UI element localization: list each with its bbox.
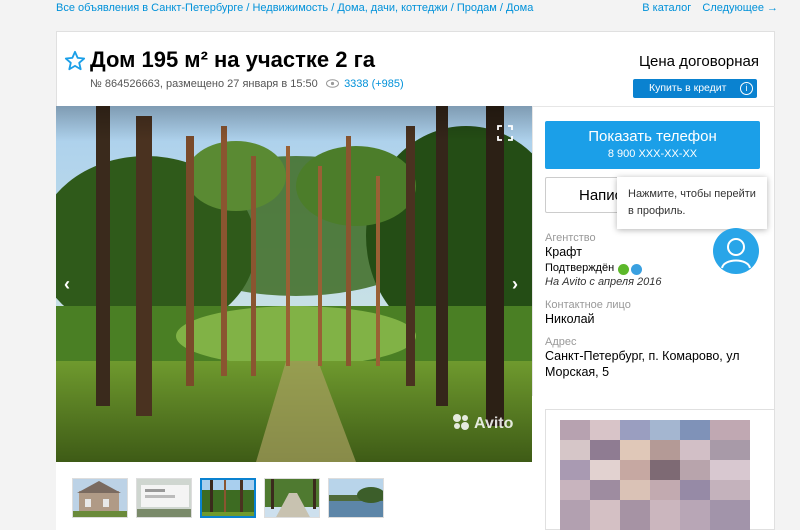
info-icon[interactable]: i xyxy=(740,82,753,95)
credit-button-label: Купить в кредит xyxy=(649,82,727,94)
profile-tooltip: Нажмите, чтобы перейти в профиль. xyxy=(617,177,767,229)
tooltip-line-1: Нажмите, чтобы перейти xyxy=(628,188,756,200)
listing-meta: № 864526663, размещено 27 января в 15:50 xyxy=(90,78,318,90)
breadcrumb-text[interactable]: Все объявления в Санкт-Петербурге / Недв… xyxy=(56,2,533,14)
chevron-right-icon[interactable]: › xyxy=(512,274,518,295)
member-since: На Avito с апреля 2016 xyxy=(545,276,662,288)
eye-icon xyxy=(326,79,339,88)
watermark-text: Avito xyxy=(474,415,514,432)
star-icon[interactable] xyxy=(64,50,86,72)
contact-label: Контактное лицо xyxy=(545,299,631,311)
address-line-2: Морская, 5 xyxy=(545,365,610,379)
thumbnail-sign[interactable] xyxy=(136,478,192,518)
phone-number: 8 900 XXX-XX-XX xyxy=(607,148,698,160)
agency-label: Агентство xyxy=(545,232,596,244)
address-line-1: Санкт-Петербург, п. Комарово, ул xyxy=(545,349,740,363)
user-avatar-icon[interactable] xyxy=(713,228,759,274)
photo-gallery[interactable] xyxy=(56,106,532,462)
fullscreen-icon[interactable] xyxy=(497,125,513,141)
contact-name: Николай xyxy=(545,312,595,326)
catalog-link[interactable]: В каталог xyxy=(642,2,691,14)
next-link[interactable]: Следующее → xyxy=(702,2,778,14)
agency-name[interactable]: Крафт xyxy=(545,245,582,259)
credit-button[interactable]: Купить в кредит i xyxy=(633,79,757,98)
chevron-left-icon[interactable]: ‹ xyxy=(64,274,70,295)
main-photo[interactable] xyxy=(56,106,532,462)
avito-watermark: Avito xyxy=(452,413,513,433)
show-phone-label: Показать телефон xyxy=(588,128,717,145)
avito-logo-icon xyxy=(453,414,469,430)
show-phone-button[interactable]: Показать телефон 8 900 XXX-XX-XX xyxy=(545,121,760,169)
address-label: Адрес xyxy=(545,336,577,348)
price: Цена договорная xyxy=(638,53,759,70)
tooltip-line-2: в профиль. xyxy=(628,205,686,217)
verified-text: Подтверждён xyxy=(545,262,615,274)
thumbnail-lake[interactable] xyxy=(328,478,384,518)
column-divider xyxy=(532,106,533,396)
breadcrumb[interactable]: Все объявления в Санкт-Петербурге / Недв… xyxy=(56,2,533,14)
page-title: Дом 195 м² на участке 2 га xyxy=(90,47,376,72)
views-text[interactable]: 3338 (+985) xyxy=(344,78,404,90)
advertisement-image[interactable] xyxy=(560,420,750,530)
phone-verified-icon xyxy=(618,264,629,275)
top-nav: В каталог Следующее → xyxy=(642,2,778,14)
thumbnail-road[interactable] xyxy=(264,478,320,518)
thumbnail-forest[interactable] xyxy=(200,478,256,518)
email-verified-icon xyxy=(631,264,642,275)
thumbnail-house[interactable] xyxy=(72,478,128,518)
views-count[interactable]: 3338 (+985) xyxy=(326,78,404,90)
